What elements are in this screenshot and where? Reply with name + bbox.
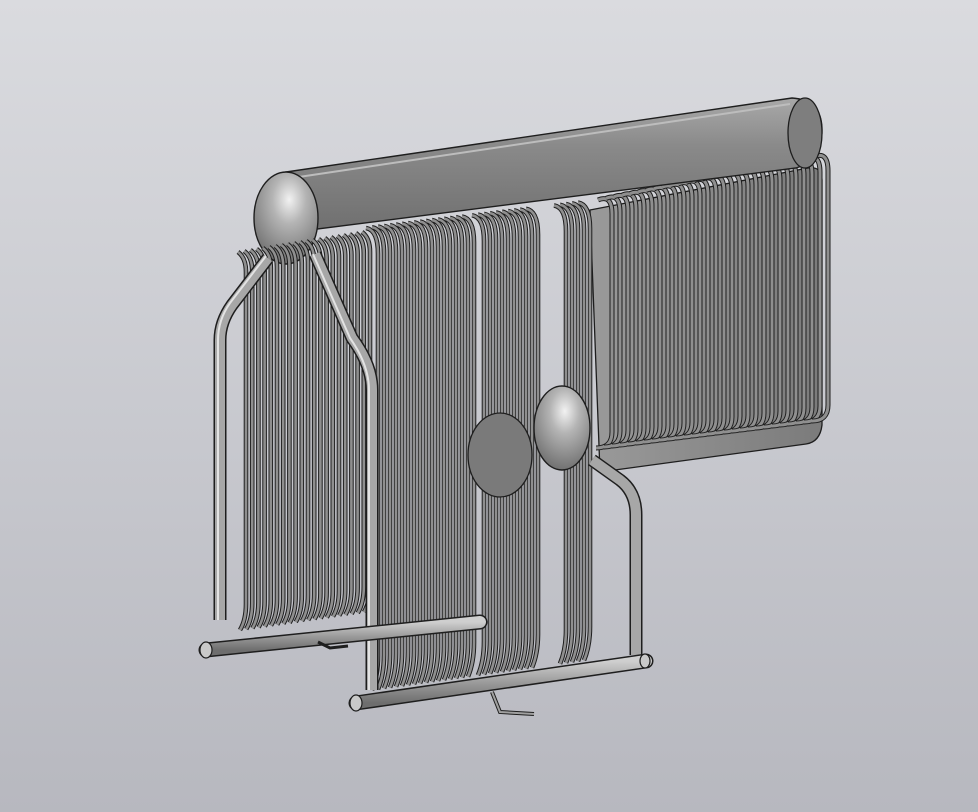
front-drain-bracket (490, 691, 535, 716)
mud-drum-end-cap (533, 385, 591, 471)
drum-end-cap-right (787, 97, 823, 169)
right-support-pipe (588, 454, 643, 655)
boiler-tube-assembly-model[interactable] (0, 0, 978, 812)
cad-3d-viewport[interactable] (0, 0, 978, 812)
left-tube-bundle (236, 230, 373, 632)
